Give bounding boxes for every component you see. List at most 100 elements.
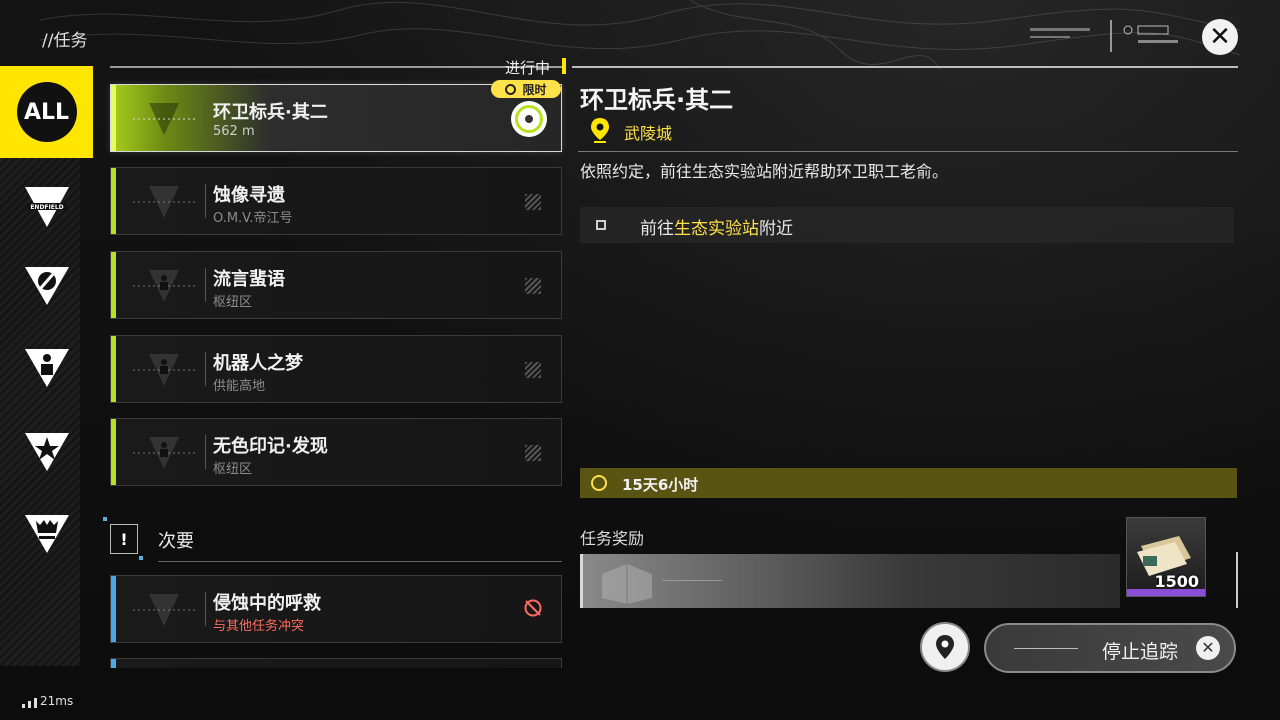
detail-title: 环卫标兵·其二	[580, 86, 734, 114]
quest-title: 机器人之梦	[213, 353, 303, 374]
network-status: 21ms	[22, 694, 73, 708]
rewards-strip	[580, 554, 1120, 608]
quest-location: 枢纽区	[213, 462, 253, 477]
detail-description: 依照约定，前往生态实验站附近帮助环卫职工老俞。	[580, 162, 949, 181]
quest-accent-bar	[111, 168, 116, 234]
limited-time-badge: 限时	[491, 80, 561, 98]
quest-separator	[205, 184, 206, 218]
objective-prefix: 前往	[640, 219, 674, 239]
close-button[interactable]: ✕	[1202, 19, 1238, 55]
quest-card[interactable]: 流言蜚语 枢纽区	[110, 251, 562, 319]
quest-accent-bar	[111, 252, 116, 318]
signal-bar	[28, 701, 31, 708]
section-corner-dot	[139, 556, 143, 560]
currency-bundle-icon	[1137, 536, 1191, 576]
quest-distance: 562 m	[213, 124, 255, 139]
detail-divider	[578, 151, 1238, 152]
reward-quantity: 1500	[1154, 572, 1199, 591]
conflict-prohibited-icon	[524, 599, 542, 617]
category-all-tab[interactable]: ALL	[0, 66, 93, 158]
category-feather-tab[interactable]	[0, 240, 93, 332]
clock-icon	[591, 475, 607, 491]
header-divider	[572, 66, 1238, 68]
crate-icon	[602, 564, 652, 604]
person-icon	[24, 349, 69, 387]
signal-bar	[22, 704, 25, 708]
quest-location: O.M.V.帝江号	[213, 211, 293, 226]
category-star-tab[interactable]	[0, 406, 93, 498]
star-icon	[24, 433, 69, 471]
feather-icon	[24, 267, 69, 305]
svg-text:ENDFIELD: ENDFIELD	[30, 204, 63, 211]
in-progress-marker	[562, 58, 566, 74]
endfield-icon: ENDFIELD	[24, 187, 69, 227]
quest-separator	[205, 101, 206, 135]
quest-accent-bar	[111, 576, 116, 642]
ping-value: 21ms	[40, 694, 74, 708]
category-person-tab[interactable]	[0, 322, 93, 414]
quest-accent-bar	[111, 85, 116, 151]
list-divider	[110, 66, 566, 68]
quest-card-conflict[interactable]: 侵蚀中的呼救 与其他任务冲突	[110, 575, 562, 643]
secondary-divider	[158, 561, 562, 562]
hatch-icon	[525, 194, 541, 210]
button-decor-line	[1014, 648, 1078, 649]
quest-location: 供能高地	[213, 379, 266, 394]
quest-title: 无色印记·发现	[213, 436, 328, 457]
quest-title: 流言蜚语	[213, 269, 285, 290]
limited-time-label: 限时	[522, 82, 547, 97]
secondary-exclamation-icon: !	[110, 524, 138, 554]
quest-accent-bar	[111, 419, 116, 485]
reward-item-slot[interactable]: 1500	[1126, 517, 1206, 597]
quest-accent-bar	[111, 336, 116, 402]
category-all-label: ALL	[16, 82, 77, 142]
quest-title: 环卫标兵·其二	[213, 102, 328, 123]
quest-card[interactable]: 机器人之梦 供能高地	[110, 335, 562, 403]
crown-icon	[24, 515, 69, 553]
quest-card-partial[interactable]	[110, 658, 562, 668]
quest-triangle-icon	[133, 594, 195, 626]
map-pin-icon	[936, 635, 954, 659]
person-icon	[133, 437, 195, 469]
breadcrumb: //任务	[42, 31, 88, 51]
clock-icon	[505, 83, 517, 95]
quest-card[interactable]: 蚀像寻遗 O.M.V.帝江号	[110, 167, 562, 235]
quest-separator	[205, 352, 206, 386]
quest-card[interactable]: 无色印记·发现 枢纽区	[110, 418, 562, 486]
hud-decoration	[1030, 20, 1178, 52]
stop-tracking-label: 停止追踪	[1102, 641, 1179, 663]
detail-location: 武陵城	[624, 124, 673, 143]
rewards-end-line	[1236, 552, 1238, 608]
person-icon	[133, 270, 195, 302]
rewards-arrow	[662, 580, 722, 581]
hatch-icon	[525, 445, 541, 461]
quest-triangle-icon	[133, 186, 195, 218]
person-icon	[133, 354, 195, 386]
close-icon: ✕	[1196, 636, 1220, 660]
time-remaining: 15天6小时	[622, 476, 699, 494]
quest-triangle-icon	[133, 103, 195, 135]
objective-text: 前往生态实验站附近	[640, 214, 793, 239]
category-crown-tab[interactable]	[0, 488, 93, 580]
quest-location: 枢纽区	[213, 295, 253, 310]
location-pin-icon	[591, 118, 609, 143]
objective-checkbox-icon	[596, 220, 606, 230]
hatch-icon	[525, 278, 541, 294]
tracking-target-icon[interactable]	[511, 101, 547, 137]
objective-highlight: 生态实验站	[674, 219, 759, 239]
quest-title: 蚀像寻遗	[213, 185, 285, 206]
stop-tracking-button[interactable]: 停止追踪 ✕	[984, 623, 1236, 673]
section-corner-dot	[103, 517, 107, 521]
hatch-icon	[525, 362, 541, 378]
map-locate-button[interactable]	[920, 622, 970, 672]
quest-separator	[205, 592, 206, 626]
rewards-label: 任务奖励	[580, 529, 645, 548]
rewards-strip-edge	[580, 554, 583, 608]
signal-bar	[34, 698, 37, 708]
quest-conflict-note: 与其他任务冲突	[213, 619, 305, 634]
time-remaining-bar: 15天6小时	[580, 468, 1237, 498]
quest-title: 侵蚀中的呼救	[213, 593, 321, 614]
quest-separator	[205, 435, 206, 469]
objective-suffix: 附近	[759, 219, 793, 239]
quest-accent-bar	[111, 659, 116, 668]
